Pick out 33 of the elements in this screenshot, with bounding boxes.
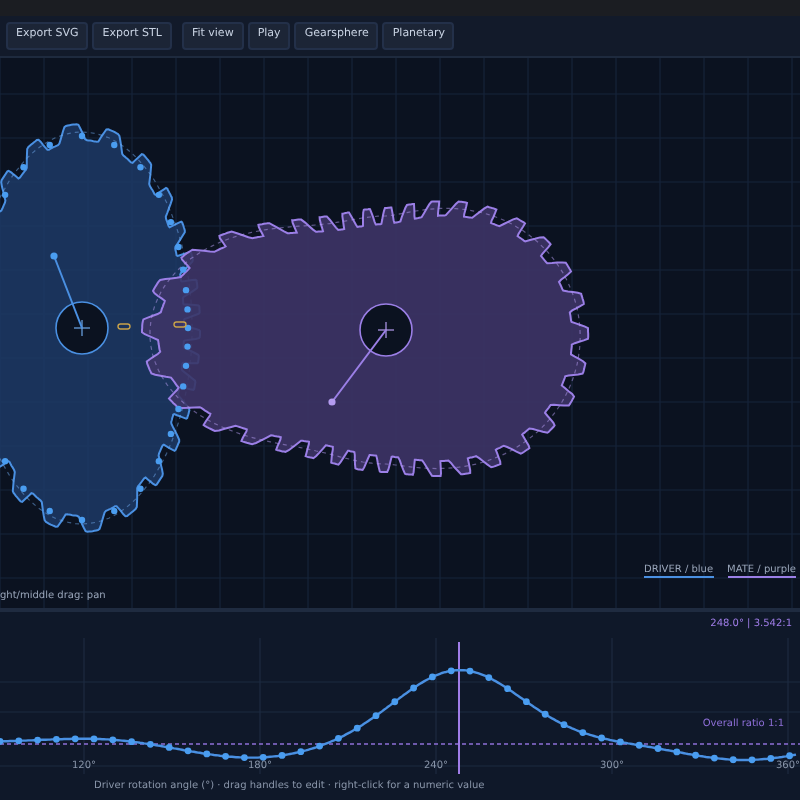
control-handle[interactable] xyxy=(1,191,9,199)
control-handle[interactable] xyxy=(182,286,190,294)
mate-gear[interactable] xyxy=(141,200,590,477)
control-handle[interactable] xyxy=(175,405,182,413)
control-handle[interactable] xyxy=(180,383,187,390)
control-handle[interactable] xyxy=(20,485,27,492)
control-handle[interactable] xyxy=(180,266,187,273)
driver-hub-icon xyxy=(55,301,109,355)
control-handle[interactable] xyxy=(167,430,175,438)
control-handle[interactable] xyxy=(137,164,144,171)
contact-marker xyxy=(173,321,187,328)
mate-hub-icon xyxy=(359,303,413,357)
control-handle[interactable] xyxy=(20,164,27,171)
control-handle[interactable] xyxy=(155,457,163,465)
control-handle[interactable] xyxy=(182,362,190,370)
control-handle[interactable] xyxy=(137,485,144,492)
control-handle[interactable] xyxy=(184,324,192,332)
mate-arm[interactable] xyxy=(328,329,387,406)
contact-marker xyxy=(117,323,131,330)
control-handle[interactable] xyxy=(78,516,86,524)
control-handle[interactable] xyxy=(78,132,86,140)
control-handle[interactable] xyxy=(1,457,9,465)
control-handle[interactable] xyxy=(155,191,163,199)
control-handle[interactable] xyxy=(184,306,191,313)
ratio-curve[interactable] xyxy=(0,667,797,764)
control-handle[interactable] xyxy=(111,141,118,149)
control-handle[interactable] xyxy=(46,507,53,515)
control-handle[interactable] xyxy=(167,218,175,226)
control-handle[interactable] xyxy=(111,507,118,515)
control-handle[interactable] xyxy=(46,141,53,149)
control-handle[interactable] xyxy=(184,343,191,350)
control-handle[interactable] xyxy=(175,243,182,251)
driver-arm[interactable] xyxy=(50,252,83,329)
